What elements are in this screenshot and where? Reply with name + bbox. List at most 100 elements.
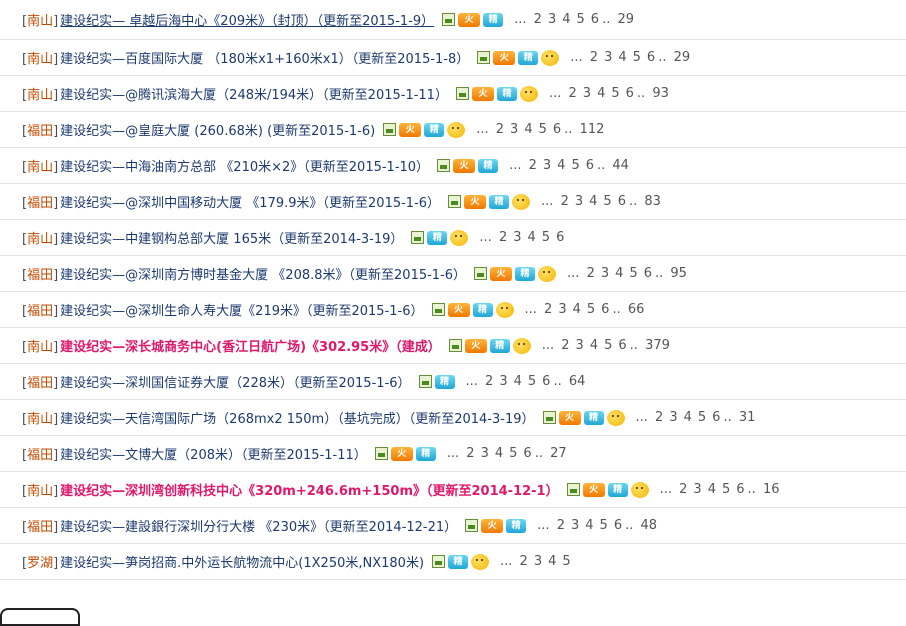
category-link[interactable]: 南山 [27, 52, 53, 67]
page-link[interactable]: 5 [722, 482, 730, 497]
thread-title-link[interactable]: 建设纪实—深圳湾创新科技中心《320m+246.6m+150m》（更新至2014… [60, 480, 558, 499]
thread-title-link[interactable]: 建设纪实—@深圳中国移动大厦 《179.9米》（更新至2015-1-6） [60, 192, 440, 211]
page-link[interactable]: 6 [614, 518, 622, 533]
page-link[interactable]: 2 [679, 482, 687, 497]
page-link[interactable]: 2 [561, 194, 569, 209]
page-link[interactable]: 2 [569, 86, 577, 101]
thread-title-link[interactable]: 建设纪实—@深圳南方博时基金大厦 《208.8米》（更新至2015-1-6） [60, 264, 466, 283]
page-link[interactable]: 4 [557, 158, 565, 173]
last-page-link[interactable]: 29 [674, 50, 691, 65]
page-link[interactable]: 4 [589, 194, 597, 209]
page-link[interactable]: 3 [513, 230, 521, 245]
page-link[interactable]: 3 [601, 266, 609, 281]
page-link[interactable]: 6 [618, 194, 626, 209]
page-link[interactable]: 2 [557, 518, 565, 533]
page-link[interactable]: 3 [669, 410, 677, 425]
category-link[interactable]: 福田 [27, 268, 53, 283]
page-link[interactable]: 4 [597, 86, 605, 101]
page-link[interactable]: 2 [485, 374, 493, 389]
page-link[interactable]: 2 [655, 410, 663, 425]
last-page-link[interactable]: 48 [641, 518, 658, 533]
page-link[interactable]: 4 [548, 554, 556, 569]
page-link[interactable]: 5 [629, 266, 637, 281]
last-page-link[interactable]: 16 [763, 482, 780, 497]
page-link[interactable]: 6 [712, 410, 720, 425]
page-link[interactable]: 2 [499, 230, 507, 245]
category-link[interactable]: 福田 [27, 196, 53, 211]
bottom-tab[interactable] [0, 608, 80, 626]
thread-title-link[interactable]: 建设纪实—天信湾国际广场（268mx2 150m）（基坑完成）（更新至2014-… [60, 408, 534, 427]
thread-title-link[interactable]: 建设纪实— 卓越后海中心《209米》（封顶）（更新至2015-1-9） [60, 10, 434, 29]
page-link[interactable]: 6 [601, 302, 609, 317]
last-page-link[interactable]: 44 [612, 158, 629, 173]
page-link[interactable]: 5 [698, 410, 706, 425]
category-link[interactable]: 福田 [27, 376, 53, 391]
page-link[interactable]: 5 [509, 446, 517, 461]
page-link[interactable]: 2 [534, 12, 542, 27]
page-link[interactable]: 3 [575, 194, 583, 209]
page-link[interactable]: 6 [556, 230, 564, 245]
category-link[interactable]: 福田 [27, 124, 53, 139]
page-link[interactable]: 2 [529, 158, 537, 173]
last-page-link[interactable]: 379 [645, 338, 670, 353]
last-page-link[interactable]: 93 [652, 86, 669, 101]
last-page-link[interactable]: 27 [550, 446, 567, 461]
page-link[interactable]: 5 [577, 12, 585, 27]
page-link[interactable]: 2 [544, 302, 552, 317]
page-link[interactable]: 5 [528, 374, 536, 389]
page-link[interactable]: 6 [553, 122, 561, 137]
page-link[interactable]: 4 [514, 374, 522, 389]
last-page-link[interactable]: 64 [569, 374, 586, 389]
category-link[interactable]: 南山 [27, 340, 53, 355]
page-link[interactable]: 3 [558, 302, 566, 317]
thread-title-link[interactable]: 建设纪实—文博大厦（208米）（更新至2015-1-11） [60, 444, 367, 463]
page-link[interactable]: 3 [604, 50, 612, 65]
page-link[interactable]: 3 [510, 122, 518, 137]
page-link[interactable]: 5 [571, 158, 579, 173]
thread-title-link[interactable]: 建设纪实—百度国际大厦 （180米x1+160米x1）（更新至2015-1-8） [60, 48, 469, 67]
page-link[interactable]: 6 [626, 86, 634, 101]
category-link[interactable]: 福田 [27, 448, 53, 463]
page-link[interactable]: 6 [736, 482, 744, 497]
page-link[interactable]: 4 [562, 12, 570, 27]
last-page-link[interactable]: 83 [644, 194, 661, 209]
page-link[interactable]: 5 [611, 86, 619, 101]
page-link[interactable]: 3 [693, 482, 701, 497]
page-link[interactable]: 4 [495, 446, 503, 461]
last-page-link[interactable]: 66 [628, 302, 645, 317]
page-link[interactable]: 4 [684, 410, 692, 425]
page-link[interactable]: 6 [618, 338, 626, 353]
thread-title-link[interactable]: 建设纪实—@腾讯滨海大厦（248米/194米）（更新至2015-1-11） [60, 84, 448, 103]
page-link[interactable]: 4 [708, 482, 716, 497]
thread-title-link[interactable]: 建设纪实—深长城商务中心(香江日航广场)《302.95米》（建成） [60, 336, 441, 355]
page-link[interactable]: 5 [600, 518, 608, 533]
page-link[interactable]: 5 [604, 338, 612, 353]
page-link[interactable]: 5 [603, 194, 611, 209]
page-link[interactable]: 2 [496, 122, 504, 137]
last-page-link[interactable]: 31 [739, 410, 756, 425]
page-link[interactable]: 3 [534, 554, 542, 569]
page-link[interactable]: 4 [573, 302, 581, 317]
page-link[interactable]: 6 [647, 50, 655, 65]
category-link[interactable]: 南山 [27, 232, 53, 247]
page-link[interactable]: 2 [520, 554, 528, 569]
category-link[interactable]: 福田 [27, 520, 53, 535]
thread-title-link[interactable]: 建设纪实—中建钢构总部大厦 165米（更新至2014-3-19） [60, 228, 403, 247]
last-page-link[interactable]: 95 [670, 266, 687, 281]
page-link[interactable]: 6 [591, 12, 599, 27]
thread-title-link[interactable]: 建设纪实—中海油南方总部 《210米×2》（更新至2015-1-10） [60, 156, 429, 175]
category-link[interactable]: 南山 [27, 160, 53, 175]
page-link[interactable]: 6 [542, 374, 550, 389]
thread-title-link[interactable]: 建设纪实—建設銀行深圳分行大楼 《230米》（更新至2014-12-21） [60, 516, 457, 535]
category-link[interactable]: 南山 [27, 88, 53, 103]
page-link[interactable]: 3 [499, 374, 507, 389]
category-link[interactable]: 南山 [27, 14, 53, 29]
last-page-link[interactable]: 112 [580, 122, 605, 137]
page-link[interactable]: 4 [585, 518, 593, 533]
page-link[interactable]: 6 [586, 158, 594, 173]
page-link[interactable]: 3 [548, 12, 556, 27]
page-link[interactable]: 6 [644, 266, 652, 281]
category-link[interactable]: 南山 [27, 484, 53, 499]
category-link[interactable]: 福田 [27, 304, 53, 319]
page-link[interactable]: 4 [618, 50, 626, 65]
